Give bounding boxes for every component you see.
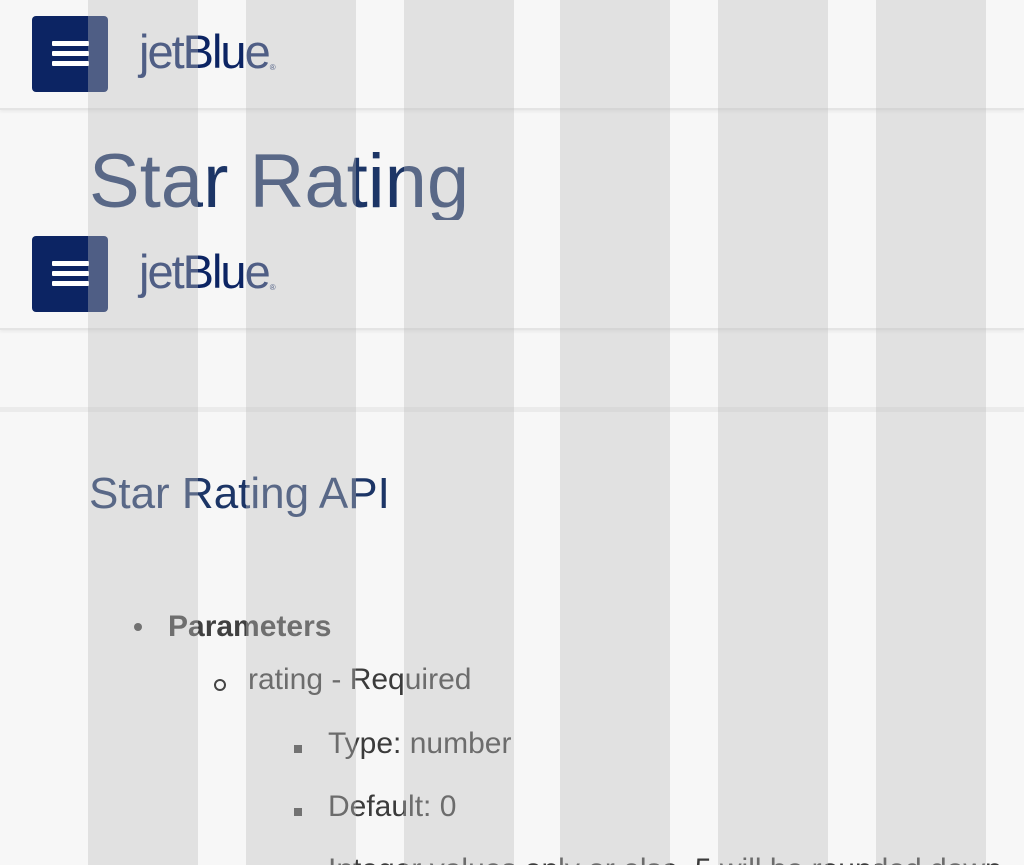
site-header: jetBlue® (0, 0, 1024, 110)
menu-button-sticky[interactable] (32, 236, 108, 312)
param-default: Default: 0 (328, 790, 457, 823)
param-name: rating - Required (248, 663, 472, 696)
sticky-header: jetBlue® (0, 220, 1024, 330)
parameters-label: Parameters (168, 610, 332, 643)
page-title: Star Rating (89, 139, 470, 220)
logo-text: jetBlue (139, 245, 271, 298)
bullet-square-icon (294, 808, 302, 816)
section-heading: Star Rating API (89, 469, 390, 518)
registered-mark: ® (269, 283, 276, 292)
bullet-disc-icon (134, 623, 142, 631)
bullet-square-icon (294, 745, 302, 753)
section-divider (0, 407, 1024, 412)
registered-mark: ® (269, 63, 276, 72)
bullet-circle-icon (214, 679, 226, 691)
logo-text: jetBlue (139, 25, 271, 78)
page: jetBlue® Star Rating jetBlue® Star Ratin… (0, 0, 1024, 865)
jetblue-logo-sticky[interactable]: jetBlue® (139, 242, 276, 302)
param-type: Type: number (328, 727, 512, 760)
menu-button[interactable] (32, 16, 108, 92)
jetblue-logo[interactable]: jetBlue® (139, 22, 276, 82)
page-title-area: Star Rating (0, 110, 1024, 220)
param-note: Integer values only or else .5 will be r… (328, 853, 1002, 865)
